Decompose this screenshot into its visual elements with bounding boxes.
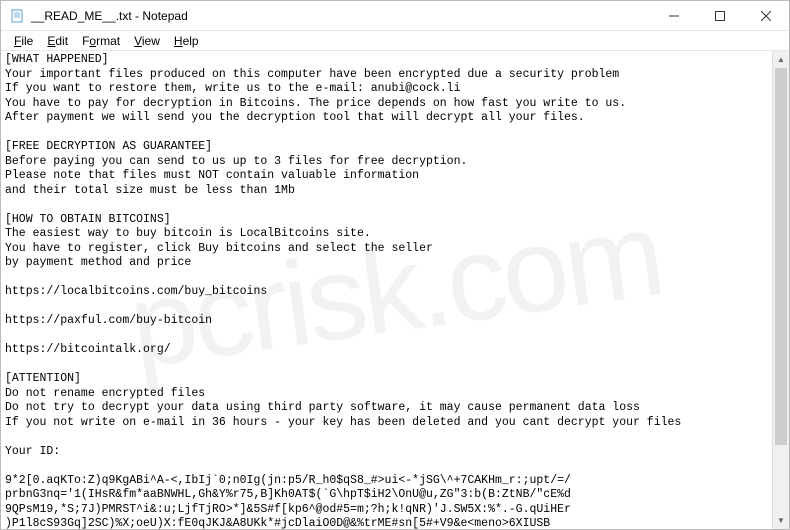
close-button[interactable] [743,1,789,30]
notepad-icon [9,8,25,24]
window-titlebar: __READ_ME__.txt - Notepad [1,1,789,31]
maximize-button[interactable] [697,1,743,30]
menu-edit[interactable]: Edit [40,34,75,48]
menu-help[interactable]: Help [167,34,206,48]
menu-file[interactable]: File [7,34,40,48]
minimize-button[interactable] [651,1,697,30]
window-controls [651,1,789,30]
vertical-scrollbar[interactable]: ▲ ▼ [772,51,789,529]
window-title: __READ_ME__.txt - Notepad [31,9,651,23]
menu-bar: File Edit Format View Help [1,31,789,51]
scroll-up-icon[interactable]: ▲ [773,51,789,68]
scrollbar-thumb[interactable] [775,68,787,445]
scroll-down-icon[interactable]: ▼ [773,512,789,529]
menu-format[interactable]: Format [75,34,127,48]
menu-view[interactable]: View [127,34,167,48]
text-editor-content[interactable]: [WHAT HAPPENED] Your important files pro… [1,51,789,529]
scrollbar-track[interactable] [773,68,789,512]
